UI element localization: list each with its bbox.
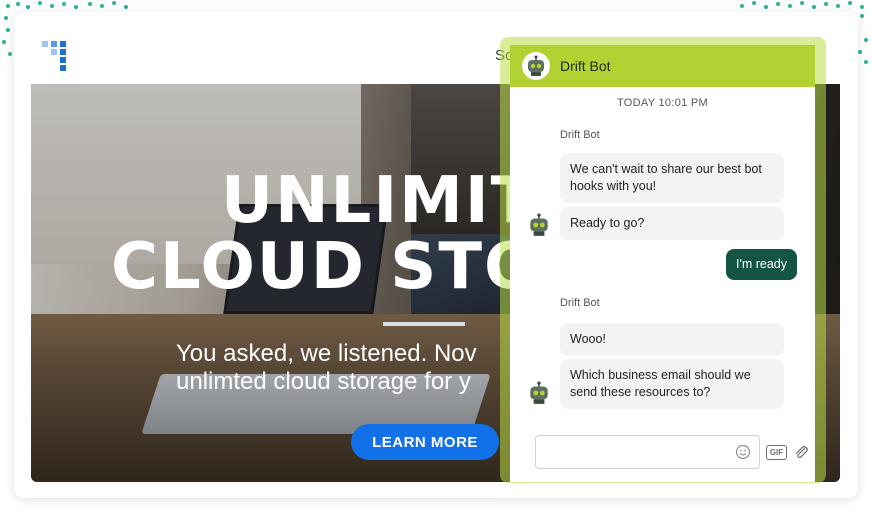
hero-divider (383, 322, 465, 326)
emoji-icon[interactable] (735, 444, 751, 460)
user-message: I'm ready (725, 249, 797, 280)
message-sender: Drift Bot (560, 129, 600, 141)
bot-avatar (522, 52, 550, 80)
chat-composer: GIF (535, 435, 810, 469)
chat-bot-name: Drift Bot (560, 58, 611, 74)
message-sender: Drift Bot (560, 297, 600, 309)
bot-avatar-small-icon (530, 381, 548, 404)
bot-avatar-small-icon (530, 213, 548, 236)
site-logo-icon[interactable] (42, 41, 74, 71)
chat-message-input[interactable] (535, 435, 760, 469)
paperclip-icon[interactable] (793, 444, 809, 460)
chat-header: Drift Bot (510, 45, 815, 87)
bot-message: We can't wait to share our best bot hook… (560, 153, 784, 203)
hero-subtitle-line1: You asked, we listened. Nov (176, 340, 477, 367)
bot-message: Ready to go? (560, 207, 784, 240)
robot-icon (528, 55, 544, 76)
gif-button[interactable]: GIF (766, 445, 787, 460)
hero-title-line2: CLOUD STO (111, 230, 541, 304)
chat-timestamp: TODAY 10:01 PM (616, 97, 709, 109)
bot-message: Wooo! (560, 323, 784, 356)
chat-widget: Drift Bot TODAY 10:01 PM Drift Bot We ca… (510, 45, 815, 482)
hero-title-line1: UNLIMIT (221, 164, 537, 238)
hero-subtitle-line2: unlimted cloud storage for y (176, 368, 471, 395)
bot-message: Which business email should we send thes… (560, 359, 784, 409)
learn-more-button[interactable]: LEARN MORE (351, 424, 499, 460)
